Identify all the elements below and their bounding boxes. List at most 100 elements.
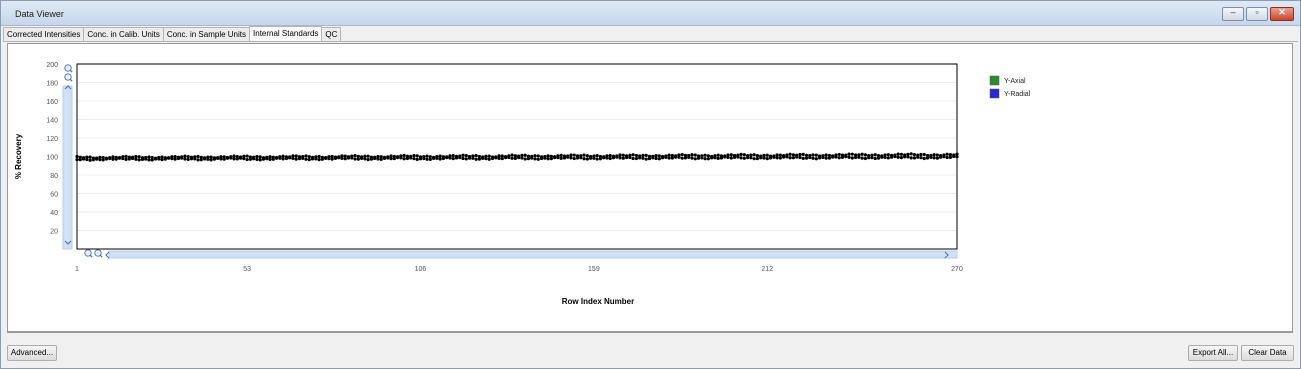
data-point-y-radial — [343, 157, 347, 161]
data-point-y-axial — [536, 154, 540, 158]
data-point-y-radial — [304, 157, 308, 161]
tab-conc-sample-units[interactable]: Conc. in Sample Units — [162, 27, 251, 41]
data-point-y-axial — [255, 154, 259, 159]
data-point-y-radial — [615, 155, 619, 159]
data-point-y-radial — [127, 157, 131, 161]
minimize-icon[interactable]: – — [1222, 7, 1244, 21]
y-tick-label: 120 — [46, 136, 58, 143]
data-point-y-axial — [147, 155, 151, 159]
data-point-y-radial — [376, 157, 380, 161]
data-point-y-radial — [602, 156, 606, 160]
data-point-y-radial — [644, 157, 648, 161]
data-point-y-radial — [687, 155, 691, 159]
data-point-y-radial — [804, 156, 809, 160]
data-point-y-axial — [461, 153, 465, 157]
data-point-y-radial — [579, 156, 583, 160]
data-point-y-axial — [196, 154, 200, 159]
export-all-button[interactable]: Export All... — [1188, 345, 1238, 361]
data-point-y-radial — [952, 154, 956, 159]
data-point-y-axial — [755, 154, 760, 158]
data-point-y-radial — [108, 156, 112, 161]
data-point-y-axial — [546, 154, 550, 158]
data-point-y-radial — [569, 156, 573, 160]
data-point-y-radial — [121, 156, 125, 161]
data-point-y-radial — [445, 156, 449, 160]
data-point-y-radial — [481, 156, 485, 160]
data-point-y-radial — [500, 156, 504, 161]
data-point-y-axial — [402, 153, 406, 158]
data-point-y-radial — [827, 156, 832, 160]
panel-divider — [7, 331, 1293, 333]
data-point-y-radial — [873, 156, 877, 161]
horizontal-scrollbar[interactable] — [108, 250, 958, 259]
data-point-y-axial — [814, 153, 818, 157]
data-point-y-radial — [487, 157, 491, 161]
data-point-y-axial — [186, 154, 190, 159]
data-point-y-radial — [677, 155, 681, 159]
data-point-y-radial — [193, 157, 197, 161]
data-point-y-radial — [229, 156, 233, 160]
data-point-y-radial — [216, 156, 220, 161]
y-tick-label: 100 — [46, 155, 58, 162]
data-point-y-radial — [880, 155, 884, 159]
data-point-y-radial — [605, 156, 609, 160]
zoom-out-icon-handle — [69, 78, 73, 82]
data-point-y-radial — [278, 156, 282, 160]
data-point-y-radial — [641, 156, 645, 160]
vertical-scrollbar[interactable] — [62, 85, 73, 250]
restore-icon[interactable]: ▫ — [1246, 7, 1268, 21]
data-point-y-axial — [353, 153, 357, 158]
data-point-y-radial — [876, 156, 881, 160]
data-point-y-radial — [265, 157, 269, 161]
data-point-y-axial — [775, 153, 779, 157]
data-point-y-axial — [948, 153, 953, 157]
data-point-y-radial — [379, 157, 383, 161]
data-point-y-radial — [222, 157, 226, 161]
tab-qc[interactable]: QC — [321, 27, 342, 41]
data-point-y-axial — [88, 155, 92, 159]
data-point-y-radial — [549, 157, 553, 161]
data-point-y-radial — [572, 156, 576, 161]
data-point-y-radial — [170, 157, 174, 161]
data-point-y-axial — [582, 153, 586, 157]
data-point-y-radial — [536, 157, 540, 161]
data-point-y-axial — [366, 154, 370, 158]
tab-internal-standards[interactable]: Internal Standards — [249, 26, 323, 41]
data-point-y-axial — [657, 154, 661, 158]
data-point-y-radial — [939, 155, 943, 159]
data-point-y-axial — [644, 153, 648, 157]
x-tick-label: 212 — [761, 266, 773, 273]
data-point-y-axial — [634, 153, 639, 158]
data-point-y-radial — [373, 156, 377, 161]
data-point-y-axial — [742, 153, 746, 157]
data-point-y-axial — [765, 153, 769, 157]
data-point-y-radial — [297, 157, 302, 161]
clear-data-button[interactable]: Clear Data — [1241, 345, 1294, 361]
data-point-y-radial — [402, 157, 406, 161]
data-point-y-radial — [438, 157, 442, 161]
data-point-y-radial — [346, 156, 351, 160]
data-point-y-axial — [706, 154, 710, 158]
data-point-y-axial — [922, 152, 926, 157]
data-point-y-radial — [490, 156, 495, 161]
data-point-y-radial — [703, 157, 707, 161]
data-point-y-radial — [710, 156, 714, 160]
data-point-y-radial — [235, 157, 239, 161]
tab-conc-calib-units[interactable]: Conc. in Calib. Units — [83, 27, 164, 41]
data-point-y-radial — [706, 157, 710, 161]
tab-corrected-intensities[interactable]: Corrected Intensities — [3, 27, 85, 41]
data-point-y-radial — [363, 157, 367, 161]
data-point-y-radial — [667, 156, 671, 160]
advanced-button[interactable]: Advanced... — [7, 345, 57, 361]
data-point-y-radial — [425, 157, 429, 161]
data-point-y-radial — [81, 157, 86, 161]
data-point-y-radial — [523, 157, 527, 161]
data-point-y-axial — [912, 152, 917, 157]
window-title: Data Viewer — [15, 9, 64, 19]
data-point-y-radial — [392, 156, 396, 161]
data-point-y-radial — [435, 156, 439, 160]
data-point-y-radial — [651, 156, 655, 160]
data-point-y-radial — [147, 158, 151, 162]
close-icon[interactable]: ✕ — [1270, 7, 1294, 21]
data-point-y-radial — [134, 157, 138, 161]
